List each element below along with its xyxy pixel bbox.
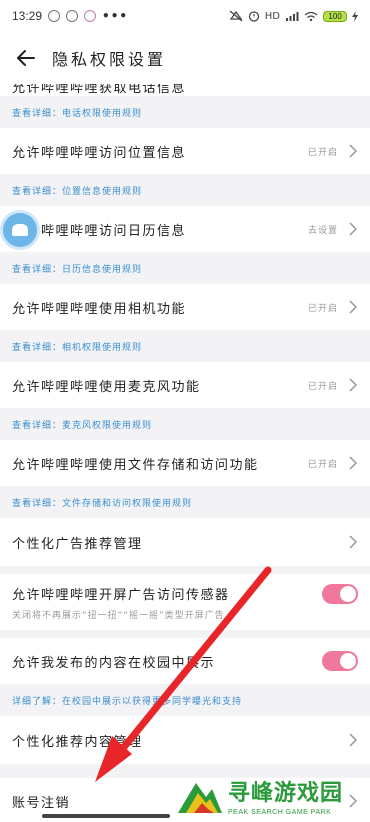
chevron-right-icon <box>349 733 358 747</box>
sensor-toggle[interactable] <box>322 583 358 604</box>
detail-link-campus[interactable]: 详细了解：在校园中展示以获得更多同学曝光和支持 <box>0 684 370 716</box>
detail-link-storage[interactable]: 查看详细：文件存储和访问权限使用规则 <box>0 486 370 518</box>
list-item-content-management[interactable]: 个性化推荐内容管理 <box>0 716 370 764</box>
list-item-sensor: 允许哔哩哔哩开屏广告访问传感器 关闭将不再展示“扭一扭”“摇一摇”类型开屏广告 <box>0 574 370 630</box>
list-item-phone-partial[interactable]: 允许哔哩哔哩获取电话信息 <box>0 84 370 96</box>
list-item-label: 允许哔哩哔哩开屏广告访问传感器 <box>12 588 230 603</box>
permission-status: 已开启 <box>307 147 338 158</box>
charging-icon <box>352 10 358 22</box>
status-bar: 13:29 ••• HD 100 <box>0 0 370 32</box>
list-item-label: 允许哔哩哔哩访问日历信息 <box>12 223 187 239</box>
chevron-right-icon <box>349 222 358 236</box>
page-title: 隐私权限设置 <box>52 50 167 69</box>
list-item-label: 个性化推荐内容管理 <box>12 734 143 750</box>
chevron-right-icon <box>349 456 358 470</box>
detail-link-location[interactable]: 查看详细：位置信息使用规则 <box>0 174 370 206</box>
signal-icon <box>286 11 299 21</box>
status-time: 13:29 <box>12 9 43 23</box>
floating-ball-icon <box>12 224 28 236</box>
arrow-left-icon <box>17 50 35 66</box>
list-item-label: 允许哔哩哔哩获取电话信息 <box>12 84 187 96</box>
network-type-label: HD <box>264 10 280 22</box>
watermark-subtitle: PEAK SEARCH GAME PARK <box>228 808 332 816</box>
floating-assistant-ball[interactable] <box>0 210 40 250</box>
list-item-storage[interactable]: 允许哔哩哔哩使用文件存储和访问功能 已开启 <box>0 440 370 486</box>
watermark-logo <box>178 783 222 813</box>
detail-link-calendar[interactable]: 查看详细：日历信息使用规则 <box>0 252 370 284</box>
campus-toggle[interactable] <box>322 651 358 671</box>
permission-status: 已开启 <box>307 381 338 392</box>
back-button[interactable] <box>0 32 52 84</box>
chevron-right-icon <box>349 144 358 158</box>
more-notifications-icon: ••• <box>102 9 129 23</box>
list-item-camera[interactable]: 允许哔哩哔哩使用相机功能 已开启 <box>0 284 370 330</box>
list-item-label: 允许我发布的内容在校园中展示 <box>12 655 216 671</box>
watermark: 寻峰游戏园 PEAK SEARCH GAME PARK <box>176 768 370 822</box>
list-item-ad-management[interactable]: 个性化广告推荐管理 <box>0 518 370 566</box>
chevron-right-icon <box>349 535 358 549</box>
list-item-label: 允许哔哩哔哩访问位置信息 <box>12 145 187 161</box>
watermark-title: 寻峰游戏园 <box>228 780 344 806</box>
list-item-label: 允许哔哩哔哩使用相机功能 <box>12 301 187 317</box>
chevron-right-icon <box>349 378 358 392</box>
home-indicator[interactable] <box>42 814 170 818</box>
chevron-right-icon <box>349 300 358 314</box>
list-item-label: 允许哔哩哔哩使用麦克风功能 <box>12 379 201 395</box>
app-notification-icon <box>66 10 79 22</box>
app-header: 隐私权限设置 <box>0 32 370 84</box>
detail-link-camera[interactable]: 查看详细：相机权限使用规则 <box>0 330 370 362</box>
alarm-icon <box>248 11 259 22</box>
battery-indicator: 100 <box>323 10 347 22</box>
list-item-label: 个性化广告推荐管理 <box>12 536 143 552</box>
app-notification-icon <box>84 10 97 22</box>
list-item-microphone[interactable]: 允许哔哩哔哩使用麦克风功能 已开启 <box>0 362 370 408</box>
permission-status: 已开启 <box>307 459 338 470</box>
detail-link-phone[interactable]: 查看详细：电话权限使用规则 <box>0 96 370 128</box>
list-item-subtext: 关闭将不再展示“扭一扭”“摇一摇”类型开屏广告 <box>12 610 225 621</box>
detail-link-microphone[interactable]: 查看详细：麦克风权限使用规则 <box>0 408 370 440</box>
permission-status: 已开启 <box>307 303 338 314</box>
permission-status: 去设置 <box>307 225 338 236</box>
list-item-calendar[interactable]: 允许哔哩哔哩访问日历信息 去设置 <box>0 206 370 252</box>
app-notification-icon <box>48 10 61 22</box>
wifi-icon <box>304 11 318 21</box>
settings-list: 允许哔哩哔哩获取电话信息 查看详细：电话权限使用规则 允许哔哩哔哩访问位置信息 … <box>0 84 370 822</box>
list-item-location[interactable]: 允许哔哩哔哩访问位置信息 已开启 <box>0 128 370 174</box>
mute-icon <box>229 10 243 22</box>
list-item-label: 允许哔哩哔哩使用文件存储和访问功能 <box>12 457 259 473</box>
list-item-campus: 允许我发布的内容在校园中展示 <box>0 638 370 684</box>
